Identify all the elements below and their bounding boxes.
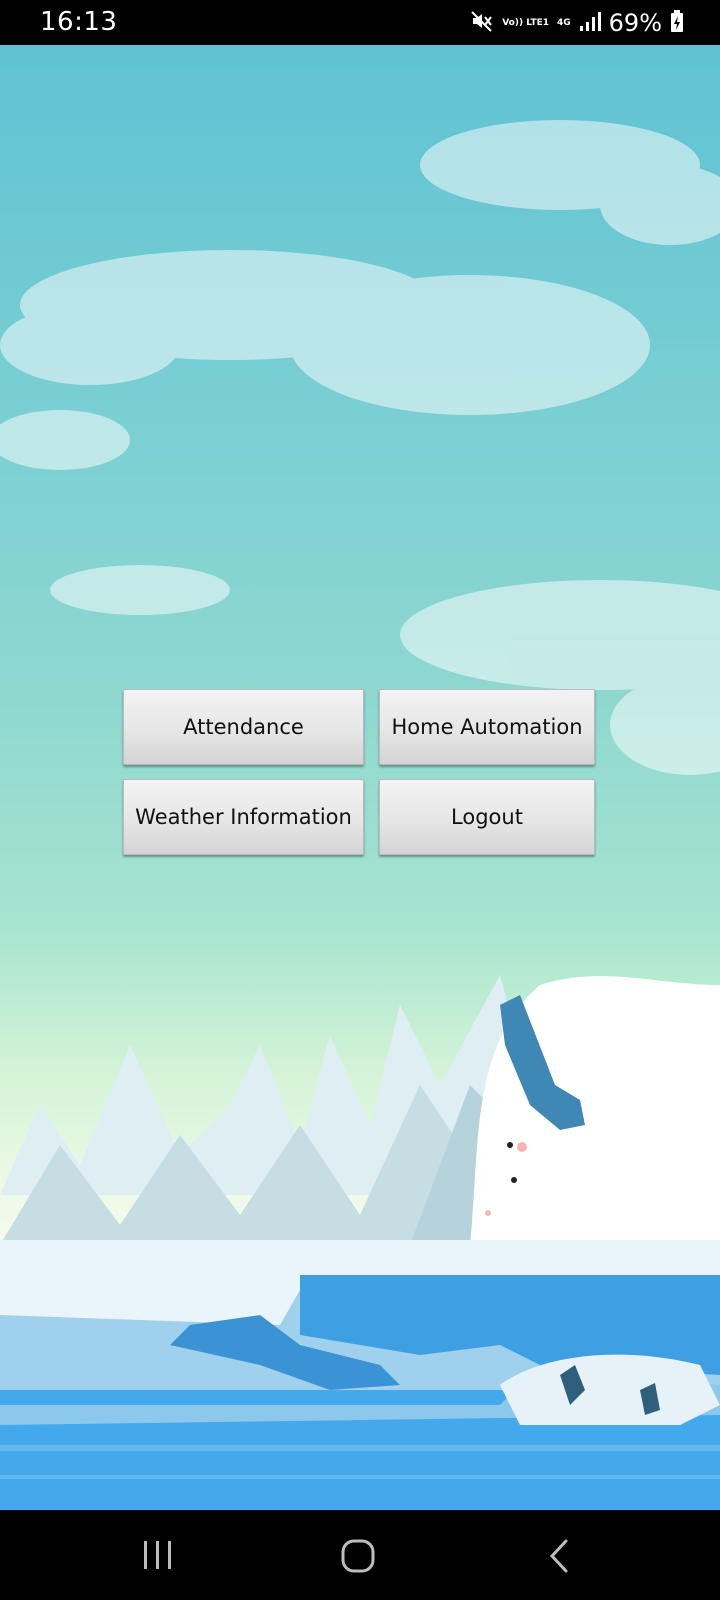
status-time: 16:13 xyxy=(40,7,118,37)
icy-water xyxy=(0,1240,720,1510)
polar-bear xyxy=(470,976,720,1245)
attendance-button[interactable]: Attendance xyxy=(123,689,364,765)
weather-information-button[interactable]: Weather Information xyxy=(123,779,364,855)
back-icon[interactable] xyxy=(546,1538,574,1578)
status-indicators: Vo)) LTE1 4G 69% xyxy=(470,6,684,40)
status-bar: 16:13 Vo)) LTE1 4G 69% xyxy=(0,0,720,45)
recent-apps-icon[interactable] xyxy=(140,1538,176,1576)
signal-icon xyxy=(579,10,601,36)
clouds xyxy=(0,120,720,775)
navigation-bar xyxy=(0,1510,720,1600)
home-icon[interactable] xyxy=(340,1538,376,1578)
battery-percent: 69% xyxy=(608,9,662,37)
logout-button[interactable]: Logout xyxy=(379,779,595,855)
volte-indicator: Vo)) LTE1 xyxy=(502,18,549,28)
battery-charging-icon xyxy=(670,9,684,37)
main-menu: Attendance Home Automation Weather Infor… xyxy=(123,689,595,857)
mute-icon xyxy=(470,9,494,37)
network-type-indicator: 4G xyxy=(557,18,571,28)
home-automation-button[interactable]: Home Automation xyxy=(379,689,595,765)
